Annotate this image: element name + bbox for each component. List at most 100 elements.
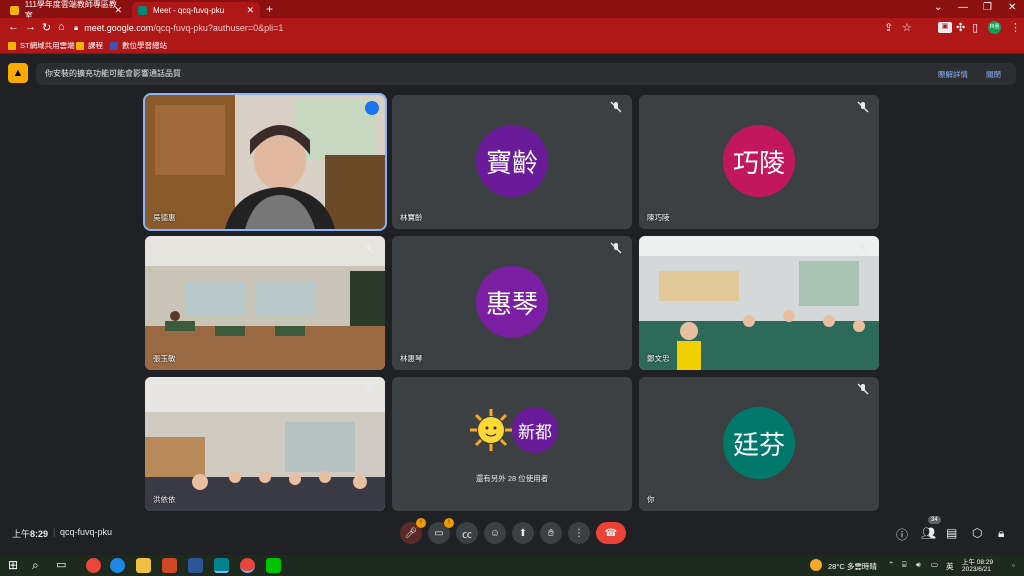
word-icon[interactable] (188, 558, 203, 573)
video-feed (145, 377, 385, 511)
profile-avatar[interactable]: 林惠 (988, 21, 1001, 34)
others-tile[interactable]: 新都 還有另外 28 位使用者 (392, 377, 632, 511)
ime-indicator[interactable]: 英 (946, 561, 954, 572)
close-tab-icon[interactable]: ✕ (246, 5, 254, 16)
menu-icon[interactable]: ⋮ (1010, 21, 1021, 34)
network-icon[interactable]: ⌸ (902, 560, 907, 570)
participant-count-badge: 34 (928, 516, 941, 524)
address-bar[interactable]: 🔒︎ meet.google.com /qcq-fuvq-pku?authuse… (74, 20, 874, 36)
leave-call-button[interactable]: ☎︎ (596, 522, 626, 544)
tray-chevron-icon[interactable]: ⌃ (888, 560, 894, 569)
participant-tile[interactable]: 張玉敏 (145, 236, 385, 370)
file-explorer-icon[interactable] (136, 558, 151, 573)
tab-title: Meet - qcq-fuvq-pku (153, 5, 225, 15)
participant-name: 林寶齡 (400, 213, 423, 222)
people-icon[interactable]: 👥︎ (921, 526, 936, 540)
present-screen-icon: ⬆ (518, 527, 528, 539)
participant-avatar: 新都 (512, 407, 558, 453)
participant-avatar: 寶齡 (476, 125, 548, 197)
chrome-icon[interactable] (86, 558, 101, 573)
tab-meet[interactable]: Meet - qcq-fuvq-pku ✕ (132, 2, 260, 18)
hand-icon: ✋︎ (548, 527, 554, 539)
share-icon[interactable]: ⇪ (884, 21, 893, 34)
task-view-icon[interactable]: ▭ (56, 558, 71, 573)
bookmark-label: 課程 (88, 41, 103, 50)
mic-off-icon (610, 101, 622, 113)
back-icon[interactable]: ← (8, 21, 19, 33)
self-tile[interactable]: 廷芬 你 (639, 377, 879, 511)
reactions-button[interactable]: ☺ (484, 522, 506, 544)
extensions-puzzle-icon[interactable]: ✣ (956, 21, 965, 34)
meeting-clock: 上午8:29 (12, 527, 48, 540)
webex-icon[interactable] (214, 558, 229, 573)
meet-favicon-icon (138, 5, 147, 15)
others-count-text: 還有另外 28 位使用者 (475, 474, 549, 483)
close-tab-icon[interactable]: ✕ (114, 5, 122, 16)
notification-icon[interactable]: ▫ (1012, 561, 1015, 570)
camera-button[interactable]: ▭ ! (428, 518, 454, 544)
raise-hand-button[interactable]: ✋︎ (540, 522, 562, 544)
participant-tile[interactable]: 鄭文忠 (639, 236, 879, 370)
participant-tile[interactable]: 洪依依 (145, 377, 385, 511)
captions-button[interactable]: ㏄ (456, 522, 478, 544)
new-tab-button[interactable]: + (266, 2, 273, 16)
lock-icon: 🔒︎ (74, 23, 79, 32)
participant-tile[interactable]: 巧陵 陳巧陵 (639, 95, 879, 229)
participant-name: 鄭文忠 (647, 354, 670, 363)
bookmark-item[interactable]: 課程 (76, 40, 103, 51)
microphone-button[interactable]: 🎤︎ ! (400, 518, 426, 544)
time-prefix: 上午 (12, 529, 31, 539)
navigation-bar: ← → ↻ ⌂ 🔒︎ meet.google.com /qcq-fuvq-pku… (0, 18, 1024, 38)
chat-icon[interactable]: ▤ (946, 526, 957, 540)
more-options-button[interactable]: ⋮ (568, 522, 590, 544)
bookmark-item[interactable]: ST網域共用雲端 (8, 40, 75, 51)
sun-avatar-icon (470, 409, 512, 451)
participant-tile[interactable]: 寶齡 林寶齡 (392, 95, 632, 229)
mic-off-icon (857, 383, 869, 395)
side-panel-icon[interactable]: ▯ (972, 21, 978, 34)
participant-tile[interactable]: 吳德惠 (143, 93, 387, 231)
extension-icon[interactable]: ▣ (938, 22, 952, 33)
windows-start-icon[interactable]: ⊞ (8, 558, 23, 573)
mic-off-icon (610, 242, 622, 254)
chrome-active-icon[interactable] (240, 558, 255, 573)
bookmark-item[interactable]: 數位學習總站 (110, 40, 167, 51)
camera-icon: ▭ (434, 527, 444, 539)
volume-icon[interactable]: 🔊︎ (916, 560, 921, 570)
bookmark-star-icon[interactable]: ☆ (902, 21, 912, 34)
video-feed (145, 95, 385, 229)
learn-more-link[interactable]: 瞭解詳情 (938, 69, 968, 80)
weather-text[interactable]: 28°C 多雲時晴 (828, 561, 877, 572)
classroom-icon (76, 41, 84, 50)
line-icon[interactable] (266, 558, 281, 573)
participant-tile[interactable]: 惠琴 林惠琴 (392, 236, 632, 370)
mic-off-icon (363, 242, 375, 254)
reload-icon[interactable]: ↻ (42, 21, 51, 34)
mic-off-icon (363, 383, 375, 395)
tab-search-icon[interactable]: ⌄ (934, 2, 942, 13)
bookmark-label: 數位學習總站 (122, 41, 167, 50)
bookmarks-bar: ST網域共用雲端 課程 數位學習總站 (0, 38, 1024, 54)
tab-classroom[interactable]: 111學年度雲端教師專區教室 ✕ (4, 0, 128, 20)
dismiss-link[interactable]: 關閉 (986, 69, 1001, 80)
close-window-button[interactable]: ✕ (1008, 2, 1016, 13)
hang-up-icon: ☎︎ (604, 527, 618, 539)
participant-name: 林惠琴 (400, 354, 423, 363)
battery-icon[interactable]: ▭ (931, 560, 938, 569)
minimize-button[interactable]: — (958, 2, 968, 13)
search-icon[interactable]: ⌕ (32, 558, 47, 573)
host-controls-icon[interactable]: 🔒︎ (998, 526, 1004, 541)
divider: | (53, 527, 56, 537)
restore-button[interactable]: ❐ (983, 2, 992, 13)
meeting-info-icon[interactable]: ⓘ (896, 526, 908, 543)
powerpoint-icon[interactable] (162, 558, 177, 573)
activities-icon[interactable]: ⬡ (972, 526, 982, 540)
forward-icon[interactable]: → (25, 21, 36, 33)
home-icon[interactable]: ⌂ (58, 21, 65, 33)
emoji-icon: ☺ (489, 527, 501, 539)
edge-icon[interactable] (110, 558, 125, 573)
meeting-code: qcq-fuvq-pku (60, 527, 113, 537)
system-clock-time[interactable]: 上午 08:29 (962, 556, 993, 566)
present-button[interactable]: ⬆ (512, 522, 534, 544)
system-clock-date[interactable]: 2023/6/21 (962, 566, 991, 573)
